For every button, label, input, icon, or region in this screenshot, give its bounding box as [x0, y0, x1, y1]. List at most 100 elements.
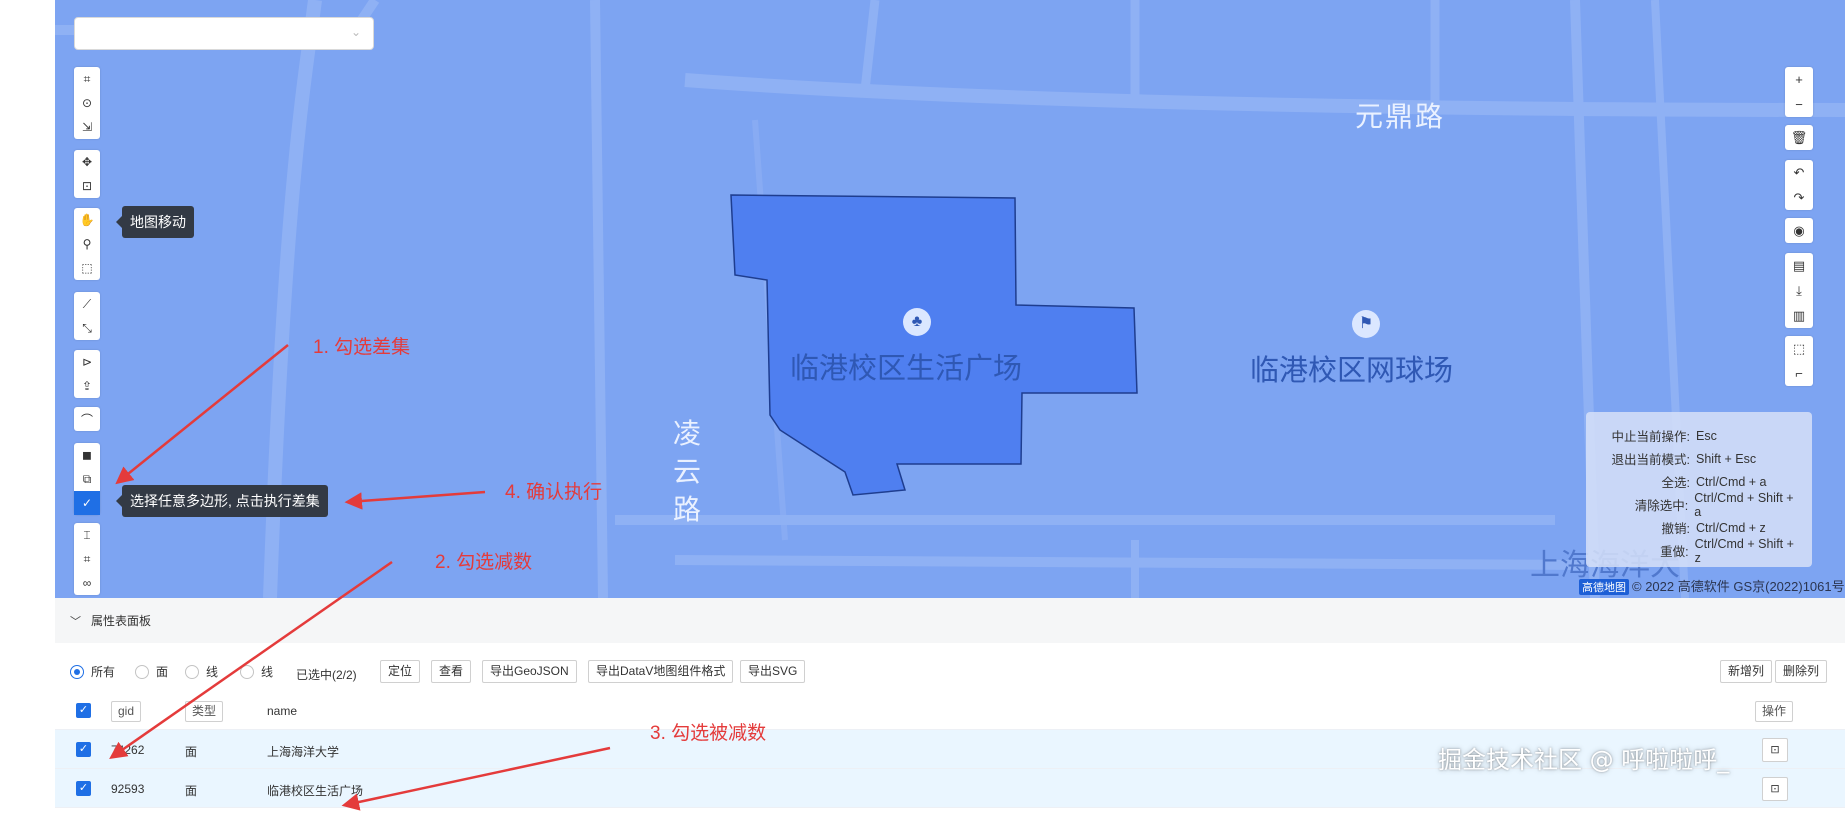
attribution-text: © 2022 高德软件 GS京(2022)1061号: [1632, 579, 1845, 594]
terminal-icon[interactable]: ⊳: [74, 350, 100, 374]
tool-group-split: ⌶ ⌗ ∞: [74, 523, 100, 595]
upload-icon[interactable]: ⇪: [74, 374, 100, 398]
chevron-down-icon[interactable]: ﹀: [70, 613, 81, 629]
delete-column-button[interactable]: 删除列: [1775, 660, 1828, 683]
export-file-icon[interactable]: ▥: [1785, 303, 1813, 328]
difference-tooltip: 选择任意多边形, 点击执行差集: [116, 485, 328, 517]
table-header-row: ✓ gid 类型 name 操作: [55, 693, 1845, 730]
column-header-type[interactable]: 类型: [185, 701, 224, 722]
point-edit-icon[interactable]: ⚲: [74, 232, 100, 256]
link-icon[interactable]: ∞: [74, 571, 100, 595]
filter-polygon-label: 面: [156, 665, 169, 679]
line-icon[interactable]: ⟋: [74, 292, 100, 316]
cell-type: 面: [185, 784, 198, 798]
delete-icon[interactable]: 🗑︎: [1785, 125, 1813, 150]
shortcut-row: 中止当前操作: Esc: [1596, 424, 1802, 447]
fit-view-icon[interactable]: ⊡: [74, 174, 100, 198]
radio-dot: [185, 664, 199, 679]
tennis-poi-icon: ⚑: [1352, 310, 1380, 338]
redo-icon[interactable]: ↷: [1785, 185, 1813, 210]
locate-controls: ◉: [1785, 218, 1813, 243]
shortcut-key: Esc: [1696, 428, 1717, 443]
shortcut-row: 清除选中: Ctrl/Cmd + Shift + a: [1596, 491, 1802, 519]
annotation-step3: 3. 勾选被减数: [650, 723, 767, 744]
export-geojson-button[interactable]: 导出GeoJSON: [482, 660, 577, 683]
row-checkbox[interactable]: ✓: [76, 781, 91, 796]
attribute-panel: ﹀ 属性表面板 所有 面 线 线 已选中(2/2) 定位 查看 导出GeoJSO…: [55, 598, 1845, 833]
curve-icon[interactable]: ⌒: [74, 407, 100, 431]
filter-point-radio[interactable]: 线: [240, 663, 273, 680]
map-attribution: 高德地图 © 2022 高德软件 GS京(2022)1061号: [1579, 576, 1845, 595]
export-svg-button[interactable]: 导出SVG: [740, 660, 806, 683]
confirm-icon[interactable]: ✓: [74, 491, 100, 515]
rect-edit-icon[interactable]: ⬚: [74, 256, 100, 280]
filter-point-label: 线: [261, 665, 274, 679]
shortcut-row: 退出当前模式: Shift + Esc: [1596, 447, 1802, 470]
select-all-checkbox[interactable]: ✓: [76, 703, 91, 718]
view-button[interactable]: 查看: [431, 660, 472, 683]
selected-count: 已选中(2/2): [296, 668, 357, 682]
tool-group-move: ✥ ⊡: [74, 150, 100, 198]
annotation-step2: 2. 勾选减数: [435, 552, 533, 573]
cell-gid: 92593: [111, 782, 145, 796]
download-icon[interactable]: ⤓: [1785, 278, 1813, 303]
shortcuts-panel: 中止当前操作: Esc 退出当前模式: Shift + Esc 全选: Ctrl/Cm…: [1586, 412, 1812, 567]
filter-line-radio[interactable]: 线: [185, 663, 218, 680]
hand-pan-icon[interactable]: ✋: [74, 208, 100, 232]
map-move-tooltip: 地图移动: [116, 206, 194, 238]
path-select-icon[interactable]: ⇲: [74, 115, 100, 139]
tool-group-boolean: ◼ ⧉ ✓: [74, 443, 100, 515]
box-select-icon[interactable]: ⬚: [1785, 336, 1813, 361]
row-checkbox[interactable]: ✓: [76, 742, 91, 757]
circle-select-icon[interactable]: ⊙: [74, 91, 100, 115]
annotation-step4: 4. 确认执行: [505, 482, 603, 503]
locate-icon[interactable]: ◉: [1785, 218, 1813, 243]
column-header-action: 操作: [1755, 701, 1794, 722]
crop-icon[interactable]: ⌗: [74, 547, 100, 571]
road-label-lingyun: 凌云路: [673, 417, 704, 526]
split-icon[interactable]: ⌶: [74, 523, 100, 547]
shortcut-label: 退出当前模式:: [1611, 453, 1690, 467]
shortcut-key: Ctrl/Cmd + a: [1696, 474, 1767, 489]
zoom-in-icon[interactable]: +: [1785, 67, 1813, 92]
map-canvas[interactable]: 元鼎路 凌云路 ♣ 临港校区生活广场 ⚑ 临港校区网球场 上海海洋大 ⌄ ⌗ ⊙…: [55, 0, 1845, 598]
shortcut-key: Ctrl/Cmd + z: [1696, 520, 1766, 535]
export-datav-button[interactable]: 导出DataV地图组件格式: [588, 660, 734, 683]
locate-button[interactable]: 定位: [380, 660, 421, 683]
zoom-out-icon[interactable]: −: [1785, 92, 1813, 117]
tool-group-curve: ⌒: [74, 407, 100, 431]
measure-icon[interactable]: ⤡: [74, 316, 100, 340]
edit-row-icon[interactable]: ⊡: [1762, 777, 1788, 801]
radio-dot: [135, 664, 149, 679]
lasso-icon[interactable]: ⌐: [1785, 361, 1813, 386]
tool-group-edit: ✋ ⚲ ⬚: [74, 208, 100, 280]
union-icon[interactable]: ◼: [74, 443, 100, 467]
annotation-step1: 1. 勾选差集: [313, 337, 411, 358]
file-icon[interactable]: ▤: [1785, 253, 1813, 278]
filter-polygon-radio[interactable]: 面: [135, 663, 168, 680]
shortcut-label: 全选:: [1661, 476, 1690, 490]
move-icon[interactable]: ✥: [74, 150, 100, 174]
cell-name: 临港校区生活广场: [267, 784, 364, 798]
road-label-yuanding: 元鼎路: [1355, 100, 1446, 133]
edit-row-icon[interactable]: ⊡: [1762, 738, 1788, 762]
plaza-poi-icon: ♣: [903, 308, 931, 336]
column-header-gid[interactable]: gid: [111, 701, 142, 722]
shortcut-label: 撤销:: [1661, 522, 1690, 536]
panel-title: 属性表面板: [91, 614, 152, 628]
tool-group-select: ⌗ ⊙ ⇲: [74, 67, 100, 139]
panel-header[interactable]: ﹀ 属性表面板: [55, 598, 1845, 643]
map-search-select[interactable]: ⌄: [74, 17, 374, 50]
cell-type: 面: [185, 745, 198, 759]
shortcut-label: 重做:: [1660, 545, 1689, 559]
filter-all-radio[interactable]: 所有: [70, 663, 115, 680]
cell-gid: 74262: [111, 743, 145, 757]
add-column-button[interactable]: 新增列: [1720, 660, 1773, 683]
delete-controls: 🗑︎: [1785, 125, 1813, 150]
app-stage: 元鼎路 凌云路 ♣ 临港校区生活广场 ⚑ 临港校区网球场 上海海洋大 ⌄ ⌗ ⊙…: [0, 0, 1845, 833]
undo-icon[interactable]: ↶: [1785, 160, 1813, 185]
panel-toolbar: 所有 面 线 线 已选中(2/2) 定位 查看 导出GeoJSON 导出Data…: [55, 653, 1845, 688]
tool-group-io: ⊳ ⇪: [74, 350, 100, 398]
rectangle-select-icon[interactable]: ⌗: [74, 67, 100, 91]
intersect-icon[interactable]: ⧉: [74, 467, 100, 491]
